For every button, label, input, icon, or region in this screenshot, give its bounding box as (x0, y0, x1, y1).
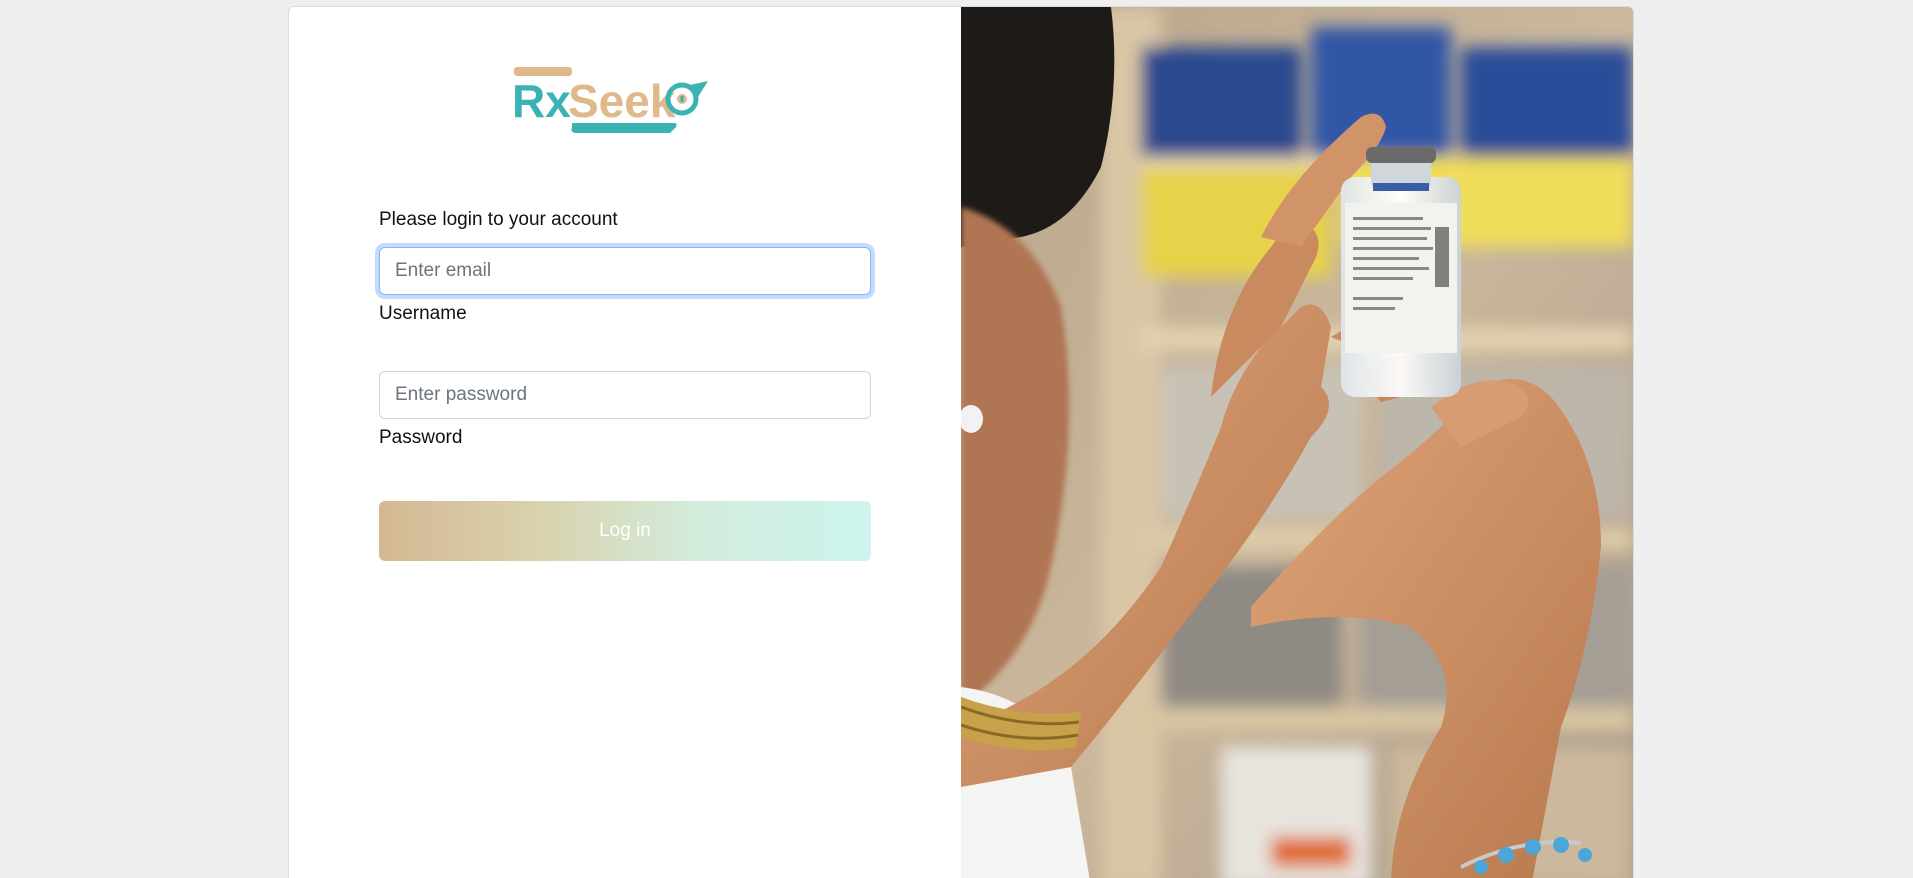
pharmacist-holding-vial-photo (961, 7, 1633, 878)
username-label: Username (379, 303, 467, 324)
email-input[interactable] (379, 247, 871, 295)
svg-text:Rx: Rx (512, 75, 571, 127)
login-button[interactable]: Log in (379, 501, 871, 561)
password-label: Password (379, 427, 463, 448)
login-card: Rx Seek Please login to your account Use… (288, 6, 1634, 878)
hero-photo (961, 7, 1633, 878)
password-input[interactable] (379, 371, 871, 419)
svg-text:Seek: Seek (568, 75, 676, 127)
rxseeko-logo: Rx Seek (512, 67, 708, 133)
login-page: Rx Seek Please login to your account Use… (0, 0, 1913, 878)
login-panel: Rx Seek Please login to your account Use… (289, 7, 961, 878)
login-form: Please login to your account Username Pa… (379, 207, 871, 561)
form-heading: Please login to your account (379, 209, 618, 230)
